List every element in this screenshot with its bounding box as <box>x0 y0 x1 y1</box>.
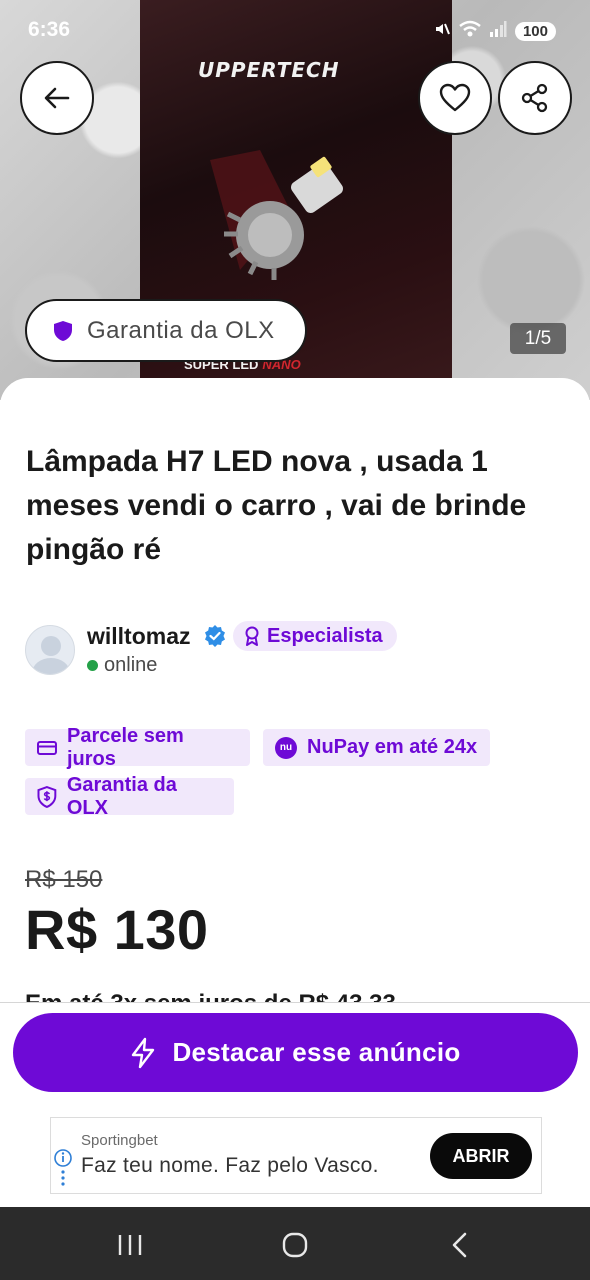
online-dot <box>87 660 98 671</box>
back-nav-button[interactable] <box>440 1225 480 1265</box>
shield-icon <box>54 320 72 341</box>
highlight-ad-button[interactable]: Destacar esse anúncio <box>13 1013 578 1092</box>
award-icon <box>245 626 259 646</box>
avatar-head <box>41 636 61 656</box>
battery-indicator: 100 <box>514 22 556 41</box>
olx-guarantee-pill[interactable]: Garantia da OLX <box>25 299 307 362</box>
online-label: online <box>104 654 158 676</box>
led-bulb-illustration <box>210 150 343 280</box>
home-button[interactable] <box>275 1225 315 1265</box>
status-bar: 6:36 100 <box>0 0 590 62</box>
specialist-label: Especialista <box>267 624 383 647</box>
signal-icon <box>489 20 507 43</box>
nu-icon: nu <box>275 736 297 759</box>
guarantee-chip-label: Garantia da OLX <box>66 773 177 819</box>
ad-advertiser: Sportingbet <box>81 1132 158 1149</box>
listing-title: Lâmpada H7 LED nova , usada 1 meses vend… <box>26 445 527 566</box>
guarantee-chip[interactable]: Garantia da OLX <box>25 774 234 819</box>
verified-badge-icon <box>205 625 225 647</box>
system-nav-bar <box>0 1207 590 1280</box>
share-button[interactable] <box>498 61 572 135</box>
current-price: R$ 130 <box>25 898 209 961</box>
ad-text: Faz teu nome. Faz pelo Vasco. <box>81 1154 379 1177</box>
favorite-button[interactable] <box>418 61 492 135</box>
highlight-ad-label: Destacar esse anúncio <box>172 1037 461 1067</box>
seller-info[interactable]: willtomaz Especialista online <box>25 621 585 681</box>
recent-apps-icon <box>118 1235 142 1255</box>
guarantee-label: Garantia da OLX <box>87 316 275 344</box>
home-icon <box>282 1232 308 1258</box>
original-price: R$ 150 <box>25 866 103 893</box>
chevron-left-icon <box>452 1232 467 1258</box>
online-status: online <box>87 654 157 677</box>
seller-name[interactable]: willtomaz <box>87 623 191 650</box>
ad-open-button[interactable]: ABRIR <box>430 1133 532 1179</box>
recent-apps-button[interactable] <box>110 1225 150 1265</box>
nupay-label: NuPay em até 24x <box>307 736 478 758</box>
heart-icon <box>439 83 471 112</box>
ad-info-icon[interactable] <box>54 1148 72 1188</box>
avatar-body <box>32 658 70 674</box>
status-icons: 100 <box>433 20 556 43</box>
avatar[interactable] <box>25 625 75 675</box>
status-time: 6:36 <box>28 18 71 41</box>
arrow-left-icon <box>44 87 70 109</box>
wifi-icon <box>459 20 481 43</box>
mute-icon <box>433 20 451 43</box>
ad-banner[interactable]: Sportingbet Faz teu nome. Faz pelo Vasco… <box>50 1117 542 1194</box>
installments-label: Parcele sem juros <box>66 724 184 770</box>
nupay-chip[interactable]: nu NuPay em até 24x <box>263 729 490 766</box>
share-icon <box>521 83 548 113</box>
shield-dollar-icon <box>37 785 57 808</box>
card-icon <box>37 740 57 755</box>
divider <box>0 1002 590 1003</box>
installments-text: Em até 3x sem juros de R$ 43,33 <box>25 990 585 1002</box>
lightning-icon <box>132 1037 155 1068</box>
image-counter: 1/5 <box>510 323 566 354</box>
installments-chip[interactable]: Parcele sem juros <box>25 725 250 770</box>
specialist-badge: Especialista <box>233 621 397 651</box>
listing-image-gallery[interactable]: UPPERTECH SUPER LED NANO 6:36 100 Garant… <box>0 0 590 400</box>
back-button[interactable] <box>20 61 94 135</box>
